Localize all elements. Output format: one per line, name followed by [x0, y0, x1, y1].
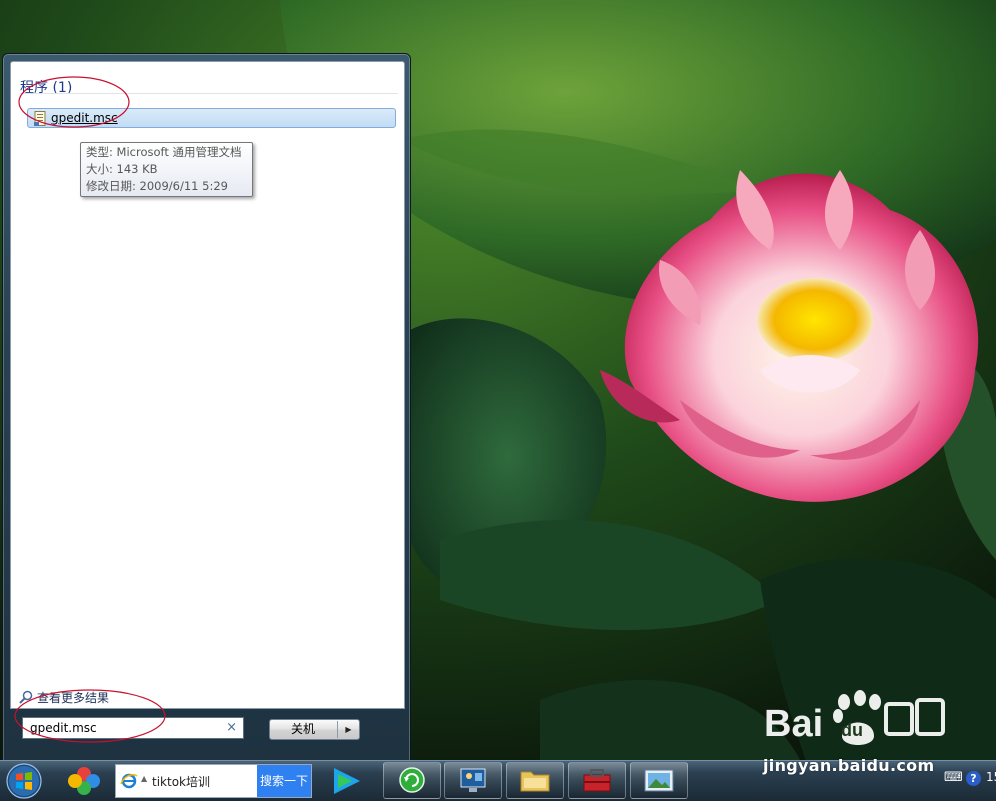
picture-icon	[644, 769, 674, 792]
shutdown-control: 关机 ▶	[269, 719, 360, 740]
baidu-jingyan-logo: Bai du	[764, 690, 945, 745]
taskbar-search-button[interactable]: 搜索一下	[257, 765, 311, 797]
taskbar-button-remote-desktop[interactable]	[444, 762, 502, 799]
clear-search-icon[interactable]: ×	[226, 720, 237, 735]
tooltip-type: 类型: Microsoft 通用管理文档	[86, 145, 242, 159]
annotation-circle-top	[18, 76, 130, 128]
baidu-jingyan-watermark: Bai du jingyan.baidu.com	[762, 686, 952, 782]
help-tray-icon[interactable]: ?	[966, 771, 981, 786]
tooltip-modified: 修改日期: 2009/6/11 5:29	[86, 179, 228, 193]
shutdown-options-arrow-icon[interactable]: ▶	[338, 720, 359, 739]
annotation-circle-bottom	[14, 689, 166, 743]
search-results-pane: 程序 (1) gpedit.msc 类型: Microsoft 通用管理文档 大…	[10, 61, 405, 709]
folder-icon	[520, 771, 550, 792]
browser-search-widget: ▲ tiktok培训 搜索一下	[115, 764, 312, 798]
tray-clock[interactable]: 15	[986, 770, 996, 784]
monitor-user-icon	[460, 768, 486, 792]
windows-start-orb-icon[interactable]	[2, 762, 46, 800]
search-engine-dropdown-icon[interactable]: ▲	[141, 774, 147, 783]
taskbar-button-file-explorer[interactable]	[506, 762, 564, 799]
tooltip-size: 大小: 143 KB	[86, 162, 158, 176]
taskbar-button-refresh-app[interactable]	[383, 762, 441, 799]
taskbar-button-toolbox[interactable]	[568, 762, 626, 799]
red-toolbox-icon	[583, 769, 611, 792]
start-menu: 程序 (1) gpedit.msc 类型: Microsoft 通用管理文档 大…	[2, 53, 411, 762]
taskbar-search-input[interactable]: tiktok培训	[152, 773, 210, 790]
watermark-url: jingyan.baidu.com	[763, 756, 935, 775]
taskbar-button-image-viewer[interactable]	[630, 762, 688, 799]
green-refresh-icon	[399, 767, 425, 793]
file-info-tooltip: 类型: Microsoft 通用管理文档 大小: 143 KB 修改日期: 20…	[80, 142, 253, 197]
shutdown-button[interactable]: 关机	[270, 720, 336, 739]
svg-text:du: du	[841, 720, 863, 740]
video-player-icon[interactable]	[320, 764, 372, 798]
svg-text:Bai: Bai	[764, 703, 823, 745]
ie-icon[interactable]	[120, 772, 138, 790]
pinwheel-app-icon[interactable]	[58, 764, 110, 798]
